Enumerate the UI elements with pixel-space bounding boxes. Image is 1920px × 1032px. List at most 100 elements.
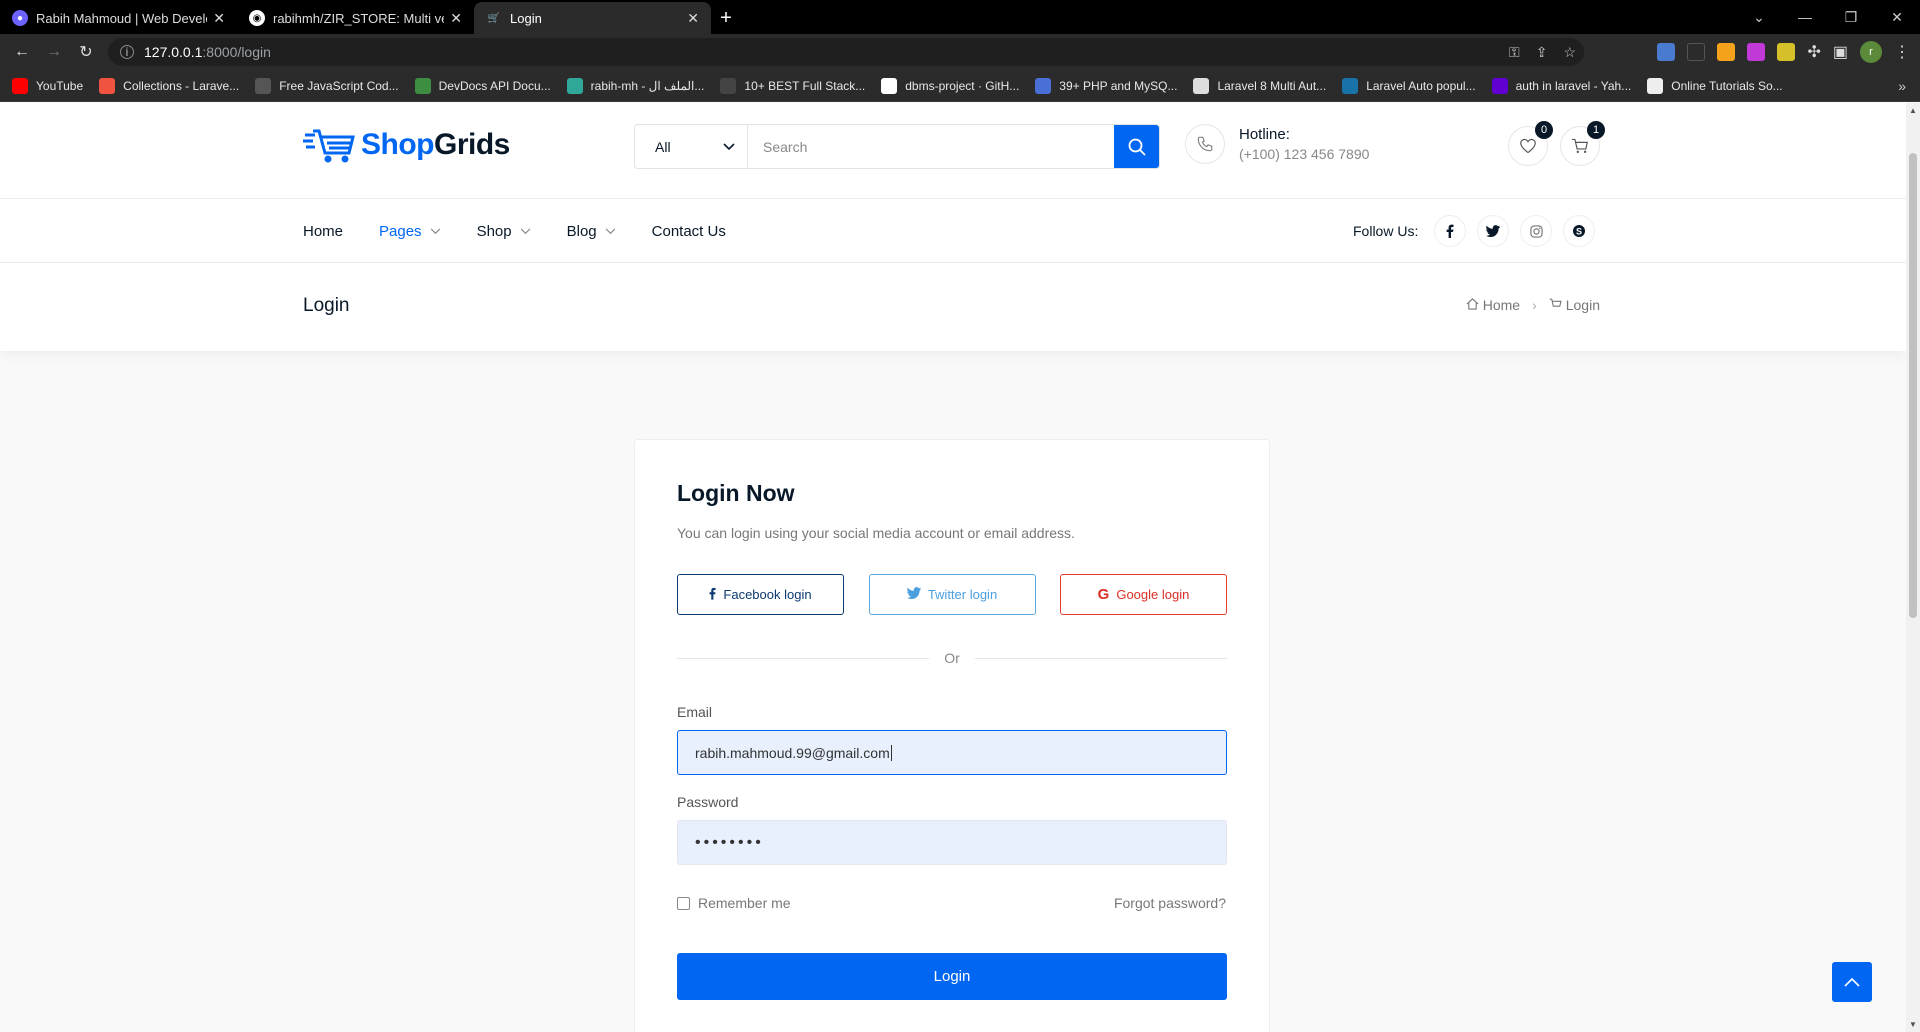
cart-button[interactable]: 1 [1560, 121, 1605, 166]
wishlist-count-badge: 0 [1535, 121, 1553, 139]
extensions-area: ✣ ▣ r ⋮ [1657, 34, 1920, 70]
minimize-button[interactable]: — [1782, 9, 1828, 25]
shopgrids-logo[interactable]: ShopGrids [303, 125, 510, 165]
extensions-puzzle-icon[interactable]: ✣ [1807, 42, 1820, 62]
scroll-down-arrow-icon[interactable]: ▼ [1906, 1020, 1920, 1029]
bookmark-favicon-icon [1491, 77, 1508, 94]
browser-tab-bar: ● Rabih Mahmoud | Web Develope ✕ ◉ rabih… [0, 0, 1920, 34]
heart-icon [1520, 138, 1536, 154]
more-bookmarks-icon[interactable]: » [1898, 78, 1906, 94]
chevron-down-icon [520, 227, 530, 234]
scrollbar-thumb[interactable] [1909, 153, 1917, 618]
browser-tab[interactable]: ● Rabih Mahmoud | Web Develope ✕ [0, 2, 237, 34]
bookmark-star-icon[interactable]: ☆ [1563, 44, 1576, 61]
tab-search-icon[interactable]: ⌄ [1736, 9, 1782, 26]
twitter-icon[interactable] [1477, 215, 1510, 247]
bookmark-item[interactable]: dbms-project · GitH... [881, 77, 1020, 94]
close-tab-icon[interactable]: ✕ [213, 10, 225, 27]
extension-icon[interactable] [1717, 43, 1736, 61]
shopgrids-favicon-icon: 🛒 [487, 12, 501, 24]
address-bar[interactable]: i 127.0.0.1:8000/login ⚿ ⇪ ☆ [108, 38, 1584, 66]
bookmark-item[interactable]: Online Tutorials So... [1647, 77, 1783, 94]
nav-item-blog[interactable]: Blog [567, 223, 616, 240]
facebook-icon[interactable] [1434, 215, 1467, 247]
facebook-login-button[interactable]: Facebook login [677, 574, 844, 615]
nav-item-contact-us[interactable]: Contact Us [652, 223, 726, 240]
profile-avatar[interactable]: r [1860, 41, 1882, 63]
search-button[interactable] [1114, 125, 1159, 168]
key-icon[interactable]: ⚿ [1509, 44, 1520, 61]
extension-icon[interactable] [1747, 43, 1766, 61]
bookmark-label: 10+ BEST Full Stack... [744, 78, 866, 93]
nav-item-label: Contact Us [651, 222, 726, 240]
bookmark-item[interactable]: YouTube [12, 77, 83, 94]
chevron-up-icon [1844, 977, 1860, 987]
login-title: Login Now [677, 480, 795, 506]
nav-item-label: Blog [566, 222, 597, 240]
nav-item-pages[interactable]: Pages [379, 223, 441, 240]
scroll-up-arrow-icon[interactable]: ▲ [1906, 106, 1920, 115]
tab-title: Rabih Mahmoud | Web Develope [36, 10, 207, 26]
bookmark-item[interactable]: Laravel 8 Multi Aut... [1193, 77, 1326, 94]
chevron-down-icon [430, 227, 440, 234]
browser-tab-active[interactable]: 🛒 Login ✕ [474, 2, 711, 34]
extension-icon[interactable] [1687, 43, 1706, 61]
bookmarks-bar: YouTube Collections - Larave... Free JavaS… [0, 70, 1920, 102]
bookmark-favicon-icon [255, 77, 272, 94]
login-submit-button[interactable]: Login [677, 953, 1227, 1000]
remember-me-checkbox[interactable] [677, 896, 690, 910]
page-scrollbar[interactable]: ▲ ▼ [1906, 103, 1920, 1032]
bookmark-item[interactable]: Free JavaScript Cod... [255, 77, 399, 94]
bookmark-favicon-icon [1193, 77, 1210, 94]
cart-logo-icon [303, 129, 355, 163]
forgot-password-link[interactable]: Forgot password? [1114, 895, 1226, 911]
google-icon: G [1097, 586, 1110, 603]
email-field[interactable]: rabih.mahmoud.99@gmail.com [677, 730, 1227, 775]
github-favicon-icon: ◉ [249, 10, 265, 26]
phone-icon [1185, 124, 1225, 164]
breadcrumb-home-link[interactable]: Home [1483, 297, 1520, 313]
google-login-button[interactable]: G Google login [1060, 574, 1227, 615]
password-field[interactable]: •••••••• [677, 820, 1227, 865]
maximize-button[interactable]: ❐ [1828, 9, 1874, 26]
bookmark-item[interactable]: DevDocs API Docu... [414, 77, 551, 94]
nav-item-label: Shop [476, 222, 512, 240]
reload-button[interactable]: ↻ [70, 42, 102, 62]
bookmark-item[interactable]: Laravel Auto popul... [1342, 77, 1476, 94]
instagram-icon[interactable] [1520, 215, 1553, 247]
bookmark-item[interactable]: Collections - Larave... [99, 77, 239, 94]
bookmark-label: DevDocs API Docu... [438, 78, 551, 93]
share-icon[interactable]: ⇪ [1536, 44, 1548, 61]
side-panel-icon[interactable]: ▣ [1833, 42, 1848, 62]
site-info-icon[interactable]: i [120, 45, 134, 59]
extension-icon[interactable] [1777, 43, 1796, 61]
bookmark-item[interactable]: rabih-mh - الملف ال... [566, 77, 704, 94]
bookmark-item[interactable]: auth in laravel - Yah... [1491, 77, 1631, 94]
nav-item-home[interactable]: Home [303, 223, 343, 240]
menu-kebab-icon[interactable]: ⋮ [1894, 42, 1910, 62]
browser-tab[interactable]: ◉ rabihmh/ZIR_STORE: Multi vendo ✕ [237, 2, 474, 34]
remember-me[interactable]: Remember me [677, 895, 791, 911]
new-tab-button[interactable]: + [711, 2, 741, 34]
category-select[interactable]: All [635, 125, 748, 168]
nav-item-shop[interactable]: Shop [477, 223, 531, 240]
translate-extension-icon[interactable] [1657, 43, 1676, 61]
search-icon [1128, 138, 1146, 156]
bookmark-item[interactable]: 10+ BEST Full Stack... [720, 77, 866, 94]
skype-icon[interactable]: S [1563, 215, 1596, 247]
close-tab-icon[interactable]: ✕ [450, 10, 462, 27]
twitter-login-button[interactable]: Twitter login [868, 574, 1036, 615]
scroll-to-top-button[interactable] [1832, 962, 1872, 1002]
close-window-button[interactable]: ✕ [1874, 9, 1920, 26]
chevron-down-icon [723, 142, 735, 150]
bookmark-label: 39+ PHP and MySQ... [1059, 78, 1178, 93]
wishlist-button[interactable]: 0 [1508, 121, 1553, 166]
nav-menu: Home Pages Shop Blog Contact Us [303, 199, 762, 263]
back-button[interactable]: ← [6, 43, 38, 61]
bookmark-label: dbms-project · GitH... [905, 78, 1020, 93]
forward-button[interactable]: → [38, 43, 70, 61]
bookmark-item[interactable]: 39+ PHP and MySQ... [1035, 77, 1178, 94]
svg-text:S: S [1576, 227, 1582, 237]
close-tab-icon[interactable]: ✕ [687, 10, 699, 27]
search-input[interactable] [748, 125, 1114, 168]
